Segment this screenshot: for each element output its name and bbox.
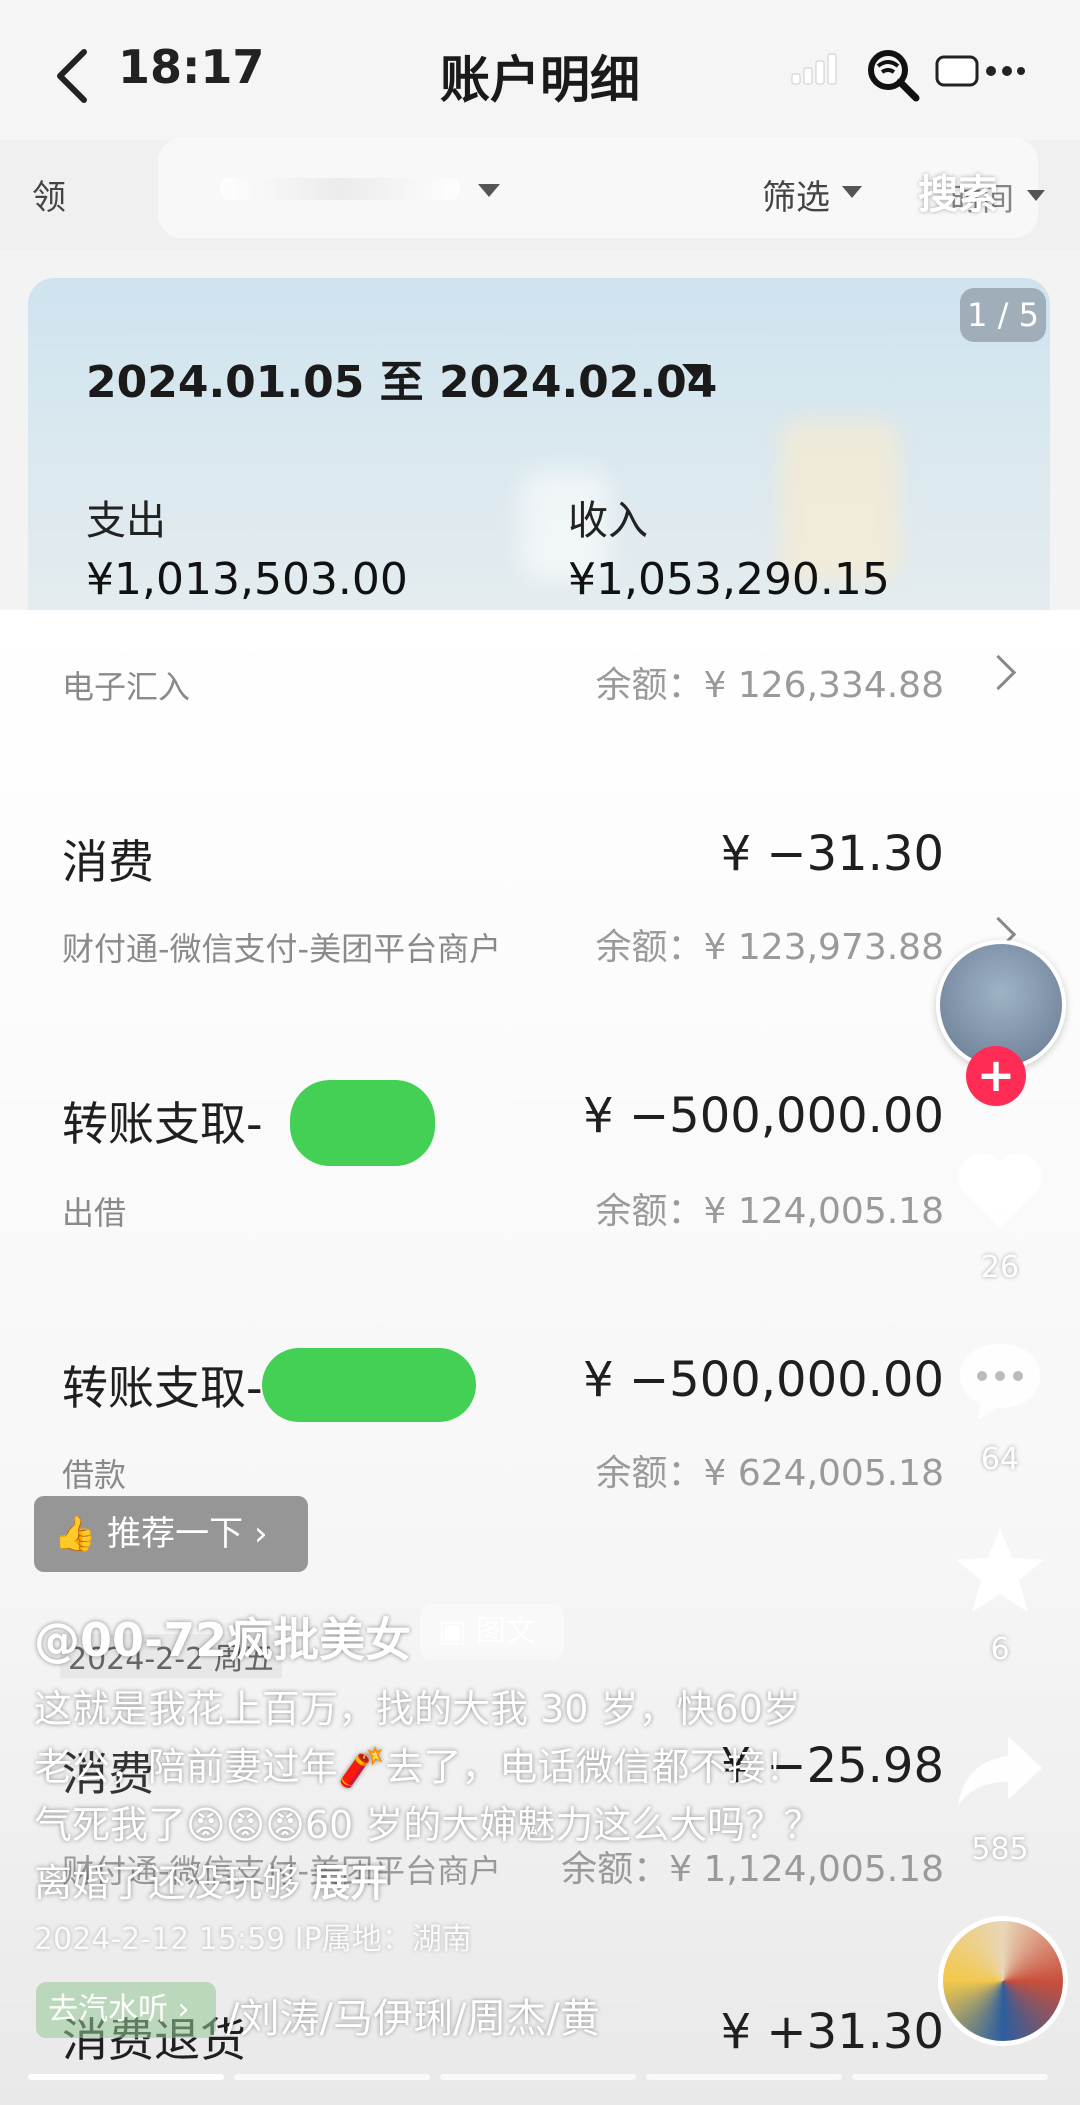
progress-segment [28,2074,224,2080]
caption-text: 这就是我花上百万，找的大我 30 岁，快60岁老公，陪前妻过年🧨去了，电话微信都… [34,1687,822,1905]
progress-segment [234,2074,430,2080]
progress-segment [852,2074,1048,2080]
transaction-subtitle: 电子汇入 [62,668,191,706]
filter-left-text: 领 [32,178,66,218]
follow-plus-icon[interactable]: + [966,1046,1026,1106]
transaction-title[interactable]: 转账支取- [62,1088,263,1154]
income-total: ¥1,053,290.15 [568,554,890,605]
comment-count: 64 [980,1442,1020,1477]
favorite-count: 6 [990,1632,1010,1667]
chevron-right-icon: › [253,1514,268,1554]
account-dropdown-caret-icon[interactable] [478,184,500,197]
search-icon[interactable] [862,44,922,104]
transaction-title[interactable]: 消费 [62,826,154,892]
post-caption[interactable]: 这就是我花上百万，找的大我 30 岁，快60岁老公，陪前妻过年🧨去了，电话微信都… [34,1680,834,1912]
transaction-subtitle: 出借 [62,1194,127,1232]
redaction-mark [290,1080,435,1166]
image-stack-icon: ▣ [438,1614,467,1649]
music-source-chip[interactable]: 去汽水听 › [36,1982,216,2038]
comment-bubble-icon[interactable] [950,1330,1050,1430]
share-count: 585 [971,1832,1029,1867]
recommend-button[interactable]: 👍 推荐一下 › [34,1496,308,1572]
favorite-star-icon[interactable] [950,1520,1050,1620]
music-disc-icon[interactable] [938,1916,1068,2046]
post-meta: 2024-2-12 15:59 IP属地：湖南 [34,1922,472,1957]
transaction-subtitle: 财付通-微信支付-美团平台商户 [62,930,502,968]
image-progress [28,2074,1052,2080]
expense-label: 支出 [86,498,166,544]
expense-total: ¥1,013,503.00 [86,554,408,605]
post-type-tag[interactable]: ▣ 图文 [420,1604,564,1660]
transaction-balance: 余额：¥ 126,334.88 [595,665,944,706]
account-name-redacted [220,178,460,200]
signal-icon [791,53,837,85]
author-name[interactable]: @00-72疯批美女 [34,1604,411,1670]
image-page-indicator: 1 / 5 [960,288,1046,342]
transaction-balance: 余额：¥ 123,973.88 [595,927,944,968]
like-count: 26 [980,1250,1020,1285]
share-arrow-icon[interactable] [950,1720,1050,1820]
transaction-amount: ¥ −500,000.00 [583,1352,944,1408]
search-button[interactable]: 搜索 [918,162,998,220]
transaction-balance: 余额：¥ 124,005.18 [595,1191,944,1232]
transaction-amount: ¥ −500,000.00 [583,1088,944,1144]
filter-caret-icon[interactable] [842,186,862,198]
time-caret-icon[interactable] [1027,190,1045,201]
transaction-amount: ¥ −31.30 [720,826,944,882]
transaction-title[interactable]: 转账支取- [62,1352,263,1418]
music-chip-label: 去汽水听 › [48,1992,190,2027]
date-range-caret-icon[interactable] [682,364,708,379]
redaction-mark [262,1348,476,1422]
thumbs-up-icon: 👍 [54,1514,97,1554]
music-title[interactable]: /刘涛/马伊琍/周杰/黄 [226,1986,600,2044]
filter-button[interactable]: 筛选 [762,170,830,219]
like-heart-icon[interactable] [950,1140,1050,1240]
battery-icon [935,55,1025,87]
date-range[interactable]: 2024.01.05 至 2024.02.04 [86,346,717,410]
expand-link[interactable]: 展开 [312,1861,388,1905]
transaction-subtitle: 借款 [62,1456,127,1494]
post-type-label: 图文 [475,1614,536,1649]
income-label: 收入 [568,498,648,544]
progress-segment [646,2074,842,2080]
transaction-balance: 余额：¥ 624,005.18 [595,1453,944,1494]
recommend-label: 推荐一下 [107,1514,244,1554]
progress-segment [440,2074,636,2080]
